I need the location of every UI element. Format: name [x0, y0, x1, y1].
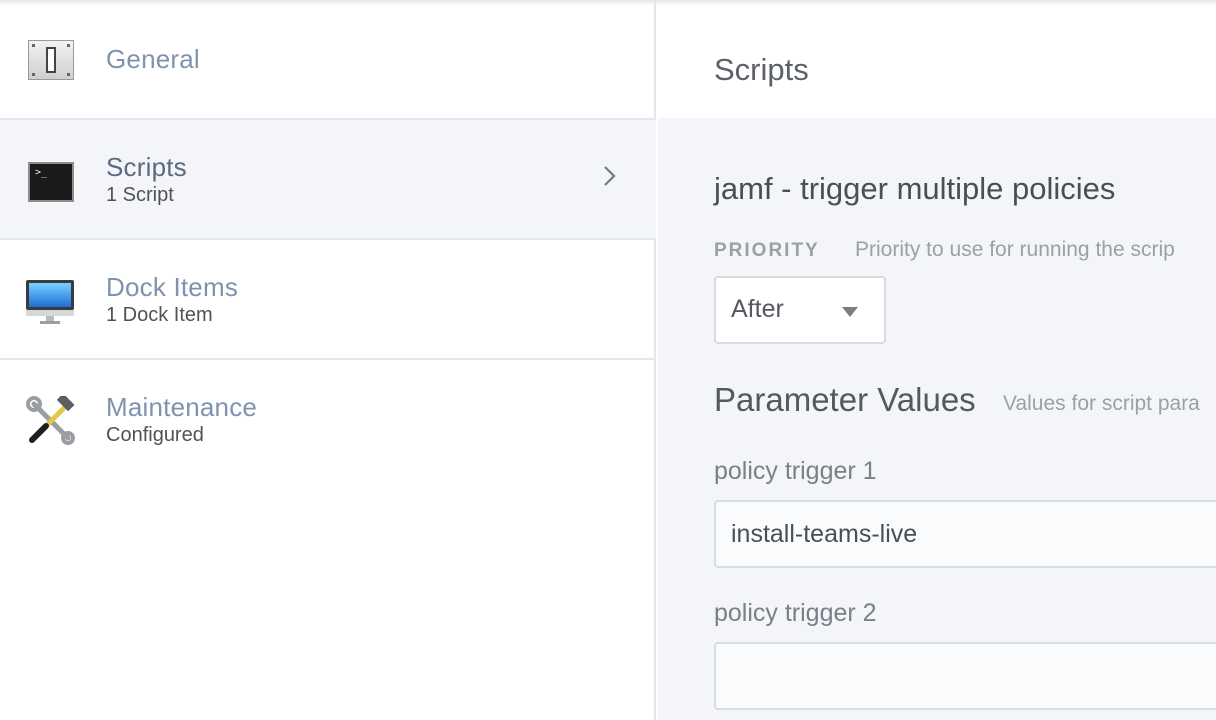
main-panel: Scripts jamf - trigger multiple policies…: [658, 0, 1216, 720]
sidebar-item-label: Dock Items: [106, 272, 239, 302]
policy-trigger-1-label: policy trigger 1: [714, 457, 877, 485]
sidebar: General >_ Scripts 1 Script Dock Items 1…: [0, 0, 656, 720]
toggle-switch-icon: [26, 38, 76, 88]
sidebar-item-general[interactable]: General: [0, 0, 656, 120]
priority-label: PRIORITY: [714, 240, 820, 261]
sidebar-item-scripts[interactable]: >_ Scripts 1 Script: [0, 120, 656, 240]
policy-trigger-2-input[interactable]: [714, 642, 1216, 710]
sidebar-item-label: Scripts: [106, 152, 187, 182]
parameter-values-title: Parameter Values: [714, 381, 976, 418]
policy-trigger-2-label: policy trigger 2: [714, 599, 877, 627]
sidebar-item-label: General: [106, 44, 200, 74]
priority-help-text: Priority to use for running the scrip: [855, 238, 1175, 261]
sidebar-item-subtitle: Configured: [106, 424, 204, 446]
monitor-icon: [26, 278, 76, 328]
policy-trigger-1-input[interactable]: [714, 500, 1216, 568]
priority-select[interactable]: After: [714, 276, 886, 344]
sidebar-item-subtitle: 1 Dock Item: [106, 304, 213, 326]
top-shadow: [0, 0, 1216, 6]
tools-icon: [26, 396, 75, 445]
sidebar-item-maintenance[interactable]: Maintenance Configured: [0, 360, 656, 480]
chevron-right-icon: [604, 166, 616, 186]
main-header: Scripts: [658, 0, 1216, 118]
terminal-icon: >_: [26, 160, 76, 210]
priority-select-value: After: [731, 295, 784, 323]
sidebar-item-label: Maintenance: [106, 392, 258, 422]
sidebar-item-dock-items[interactable]: Dock Items 1 Dock Item: [0, 240, 656, 360]
script-name: jamf - trigger multiple policies: [714, 171, 1116, 206]
caret-down-icon: [842, 307, 858, 317]
sidebar-item-subtitle: 1 Script: [106, 184, 174, 206]
page-title: Scripts: [714, 52, 809, 87]
parameter-values-help: Values for script para: [1003, 392, 1200, 415]
